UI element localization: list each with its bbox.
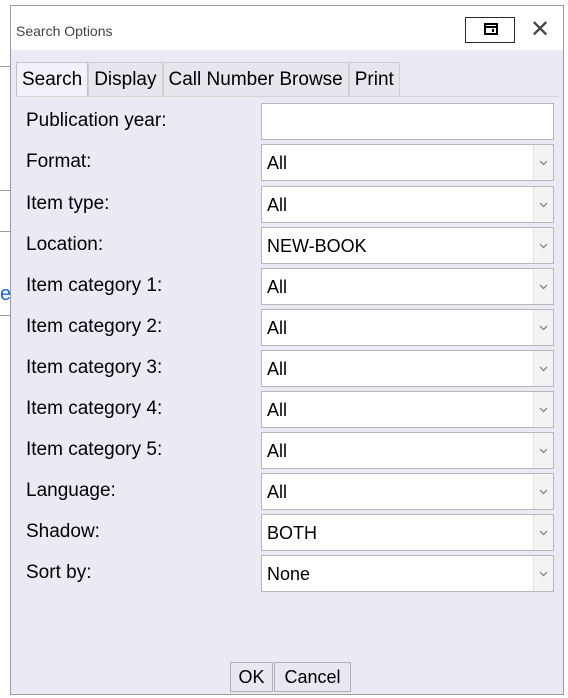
- chevron-down-icon: [539, 284, 548, 290]
- tab-call-number-browse[interactable]: Call Number Browse: [162, 62, 349, 96]
- dialog-button-bar: OK Cancel: [11, 662, 563, 692]
- tab-panel-border: [16, 96, 559, 97]
- item-category-1-dropdown-button[interactable]: [533, 269, 553, 304]
- title-bar[interactable]: Search Options ✕: [11, 6, 563, 50]
- language-row: Language: All: [11, 471, 563, 511]
- tab-strip: Search Display Call Number Browse Print: [16, 62, 400, 96]
- chevron-down-icon: [539, 202, 548, 208]
- language-label: Language:: [26, 480, 116, 501]
- tab-search[interactable]: Search: [16, 62, 89, 96]
- item-category-2-value: All: [267, 318, 288, 338]
- item-type-select[interactable]: All: [261, 186, 554, 223]
- sort-by-value: None: [267, 564, 311, 584]
- close-button[interactable]: ✕: [519, 16, 561, 44]
- background-divider: [0, 66, 10, 67]
- background-link-fragment: e: [0, 284, 10, 304]
- close-icon: ✕: [529, 16, 551, 43]
- item-category-3-dropdown-button[interactable]: [533, 351, 553, 386]
- item-type-row: Item type: All: [11, 184, 563, 224]
- chevron-down-icon: [539, 571, 548, 577]
- format-value: All: [267, 153, 288, 173]
- dialog-content: Search Display Call Number Browse Print …: [11, 50, 563, 694]
- item-type-label: Item type:: [26, 193, 110, 214]
- item-category-1-value: All: [267, 277, 288, 297]
- chevron-down-icon: [539, 448, 548, 454]
- item-category-4-row: Item category 4: All: [11, 389, 563, 429]
- sort-by-select[interactable]: None: [261, 555, 554, 592]
- format-dropdown-button[interactable]: [533, 145, 553, 180]
- format-select[interactable]: All: [261, 144, 554, 181]
- item-category-5-value: All: [267, 441, 288, 461]
- background-divider: [0, 315, 10, 316]
- ok-button[interactable]: OK: [230, 662, 273, 692]
- chevron-down-icon: [539, 530, 548, 536]
- window-title: Search Options: [16, 23, 113, 39]
- language-value: All: [267, 482, 288, 502]
- tab-print[interactable]: Print: [348, 62, 400, 96]
- tab-display[interactable]: Display: [88, 62, 163, 96]
- item-category-1-select[interactable]: All: [261, 268, 554, 305]
- restore-window-icon: [484, 23, 498, 35]
- item-category-2-row: Item category 2: All: [11, 307, 563, 347]
- sort-by-label: Sort by:: [26, 562, 92, 583]
- sort-by-row: Sort by: None: [11, 553, 563, 593]
- publication-year-label: Publication year:: [26, 110, 167, 131]
- location-dropdown-button[interactable]: [533, 228, 553, 263]
- item-category-2-dropdown-button[interactable]: [533, 310, 553, 345]
- item-category-4-value: All: [267, 400, 288, 420]
- item-type-value: All: [267, 195, 288, 215]
- chevron-down-icon: [539, 407, 548, 413]
- restore-button[interactable]: [465, 17, 515, 43]
- background-divider: [0, 231, 10, 232]
- sort-by-dropdown-button[interactable]: [533, 556, 553, 591]
- chevron-down-icon: [539, 325, 548, 331]
- search-options-dialog: Search Options ✕ Search Display Call Num…: [10, 5, 564, 695]
- shadow-row: Shadow: BOTH: [11, 512, 563, 552]
- chevron-down-icon: [539, 366, 548, 372]
- chevron-down-icon: [539, 489, 548, 495]
- publication-year-input[interactable]: [261, 103, 554, 140]
- shadow-dropdown-button[interactable]: [533, 515, 553, 550]
- item-category-3-row: Item category 3: All: [11, 348, 563, 388]
- item-category-3-value: All: [267, 359, 288, 379]
- item-category-5-row: Item category 5: All: [11, 430, 563, 470]
- item-category-4-label: Item category 4:: [26, 398, 163, 419]
- location-label: Location:: [26, 234, 104, 255]
- item-category-3-select[interactable]: All: [261, 350, 554, 387]
- shadow-label: Shadow:: [26, 521, 100, 542]
- item-category-2-select[interactable]: All: [261, 309, 554, 346]
- item-category-5-dropdown-button[interactable]: [533, 433, 553, 468]
- language-dropdown-button[interactable]: [533, 474, 553, 509]
- item-category-2-label: Item category 2:: [26, 316, 163, 337]
- item-category-3-label: Item category 3:: [26, 357, 163, 378]
- location-value: NEW-BOOK: [267, 236, 367, 256]
- location-row: Location: NEW-BOOK: [11, 225, 563, 265]
- item-category-5-label: Item category 5:: [26, 439, 163, 460]
- item-category-5-select[interactable]: All: [261, 432, 554, 469]
- chevron-down-icon: [539, 243, 548, 249]
- item-category-1-row: Item category 1: All: [11, 266, 563, 306]
- format-row: Format: All: [11, 142, 563, 182]
- location-select[interactable]: NEW-BOOK: [261, 227, 554, 264]
- shadow-select[interactable]: BOTH: [261, 514, 554, 551]
- cancel-button[interactable]: Cancel: [274, 662, 351, 692]
- item-type-dropdown-button[interactable]: [533, 187, 553, 222]
- item-category-1-label: Item category 1:: [26, 275, 163, 296]
- format-label: Format:: [26, 151, 92, 172]
- shadow-value: BOTH: [267, 523, 318, 543]
- item-category-4-select[interactable]: All: [261, 391, 554, 428]
- item-category-4-dropdown-button[interactable]: [533, 392, 553, 427]
- language-select[interactable]: All: [261, 473, 554, 510]
- chevron-down-icon: [539, 160, 548, 166]
- publication-year-row: Publication year:: [11, 101, 563, 141]
- background-divider: [0, 190, 10, 191]
